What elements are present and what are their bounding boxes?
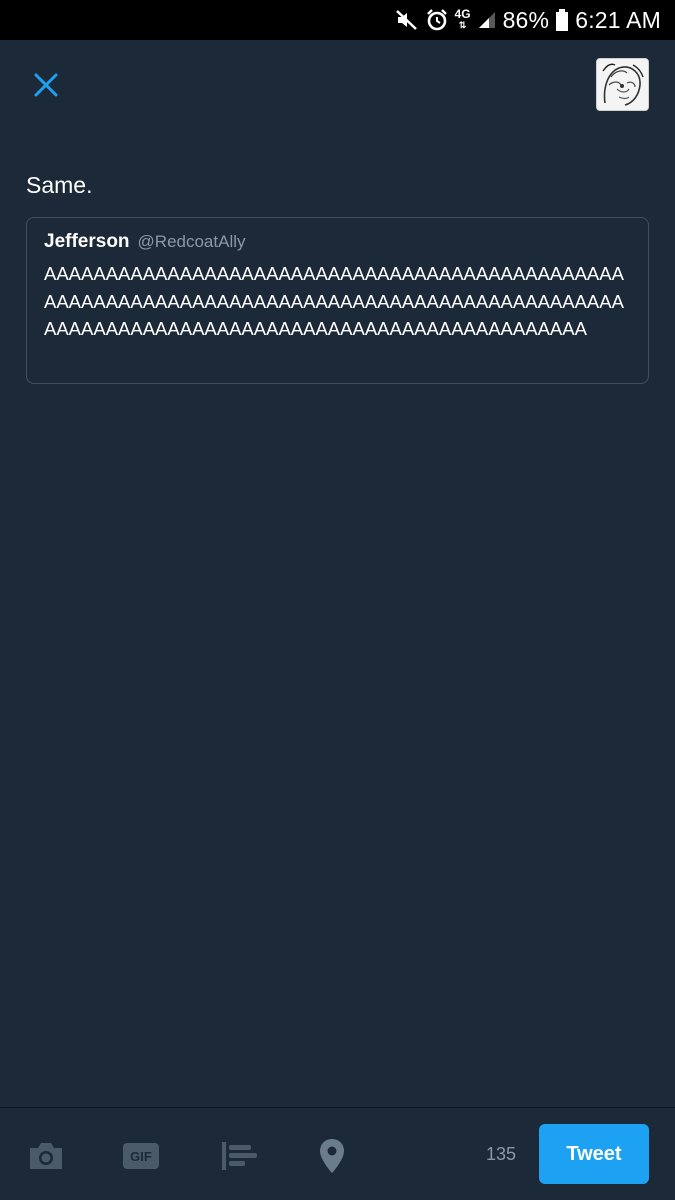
poll-icon [222, 1142, 257, 1170]
gif-icon: GIF [123, 1143, 159, 1169]
battery-percent: 86% [502, 6, 550, 33]
mute-icon [395, 7, 419, 33]
poll-button[interactable] [216, 1136, 260, 1176]
status-bar: 4G ⇅ 86% 6:21 AM [0, 0, 675, 40]
battery-icon [555, 7, 569, 33]
gif-button[interactable]: GIF [119, 1136, 163, 1176]
data-arrows: ⇅ [458, 20, 467, 30]
alarm-icon [425, 7, 449, 33]
quoted-tweet-card[interactable]: Jefferson @RedcoatAlly AAAAAAAAAAAAAAAAA… [26, 217, 649, 384]
location-button[interactable] [310, 1136, 354, 1176]
signal-icon [477, 7, 497, 33]
quoted-tweet-name: Jefferson [44, 231, 130, 252]
camera-button[interactable] [24, 1136, 68, 1176]
quoted-tweet-handle: @RedcoatAlly [137, 232, 246, 251]
character-counter: 135 [486, 1144, 517, 1164]
network-label: 4G [454, 7, 471, 21]
user-avatar[interactable] [596, 58, 649, 111]
location-pin-icon [320, 1139, 344, 1173]
tweet-button[interactable]: Tweet [539, 1124, 649, 1184]
network-4g-icon: 4G ⇅ [455, 7, 471, 33]
quoted-tweet-text: AAAAAAAAAAAAAAAAAAAAAAAAAAAAAAAAAAAAAAAA… [44, 263, 624, 339]
camera-icon [30, 1143, 62, 1169]
clock: 6:21 AM [575, 6, 661, 33]
compose-text[interactable]: Same. [26, 172, 92, 199]
compose-header [0, 40, 675, 135]
close-button[interactable] [24, 63, 68, 107]
close-icon [34, 73, 58, 97]
quoted-tweet-header: Jefferson @RedcoatAlly [44, 231, 631, 257]
avatar-image [597, 59, 648, 110]
